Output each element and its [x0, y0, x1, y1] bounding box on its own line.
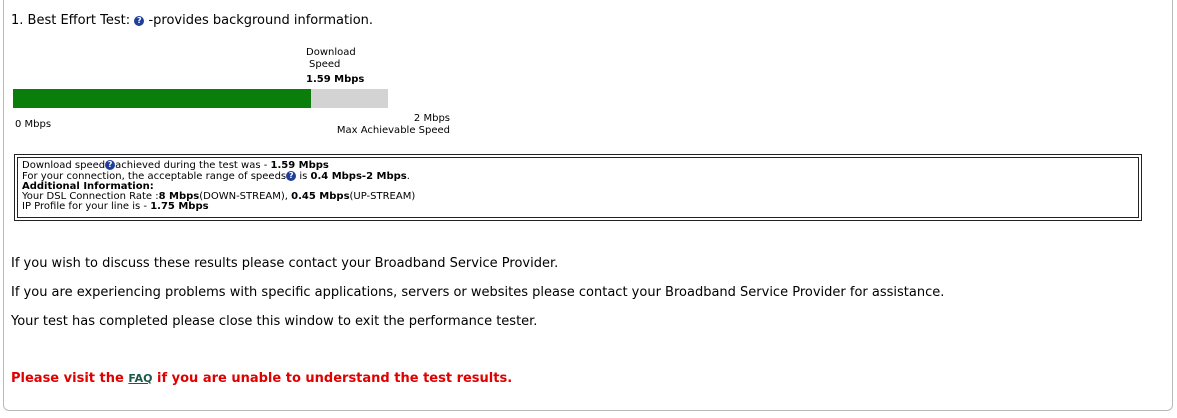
info-icon[interactable]: ? [134, 16, 145, 26]
results-line-ip-profile: IP Profile for your line is - 1.75 Mbps [22, 202, 1134, 212]
completed-message: Your test has completed please close thi… [11, 314, 538, 329]
speed-bar-fill [13, 89, 312, 108]
max-speed-value: 2 Mbps [413, 113, 450, 124]
downstream-suffix: (DOWN-STREAM), [199, 191, 292, 202]
info-icon[interactable]: ? [286, 171, 297, 181]
download-speed-text: Download speed [22, 160, 106, 171]
faq-notice-before: Please visit the [11, 371, 129, 386]
faq-notice-after: if you are unable to understand the test… [152, 371, 513, 386]
min-speed-label: 0 Mbps [15, 119, 52, 130]
contact-message: If you wish to discuss these results ple… [11, 256, 559, 271]
download-label-line1: Download [306, 47, 356, 58]
faq-link[interactable]: FAQ [128, 372, 152, 385]
test-heading: 1. Best Effort Test: ? -provides backgro… [11, 13, 373, 28]
acceptable-range-value: 0.4 Mbps-2 Mbps [310, 171, 407, 182]
problems-message: If you are experiencing problems with sp… [11, 285, 945, 300]
faq-notice: Please visit the FAQ if you are unable t… [11, 371, 512, 386]
range-is-text: is [296, 171, 311, 182]
results-box: Download speed? achieved during the test … [14, 154, 1142, 221]
speed-bar-track [13, 89, 388, 108]
max-speed-caption: Max Achievable Speed [336, 125, 450, 136]
upstream-rate-value: 0.45 Mbps [291, 191, 350, 202]
ip-profile-value: 1.75 Mbps [150, 201, 209, 212]
download-speed-value: 1.59 Mbps [306, 74, 365, 85]
upstream-suffix: (UP-STREAM) [349, 191, 416, 202]
info-icon[interactable]: ? [105, 160, 116, 170]
info-text: -provides background information. [148, 13, 374, 28]
test-number: 1. [11, 13, 24, 28]
results-line-range: For your connection, the acceptable rang… [22, 171, 1134, 182]
results-panel: Download speed? achieved during the test … [17, 157, 1139, 218]
download-label-line2: Speed [309, 59, 341, 70]
achieved-text: achieved during the test was - [115, 160, 271, 171]
achieved-speed-value: 1.59 Mbps [270, 160, 329, 171]
ip-profile-text: IP Profile for your line is - [22, 201, 151, 212]
max-speed-label: 2 Mbps Max Achievable Speed [325, 113, 450, 137]
range-period: . [406, 171, 410, 182]
results-line-download: Download speed? achieved during the test … [22, 160, 1134, 171]
test-title: Best Effort Test: [27, 13, 131, 28]
download-speed-label: Download Speed [306, 47, 356, 71]
